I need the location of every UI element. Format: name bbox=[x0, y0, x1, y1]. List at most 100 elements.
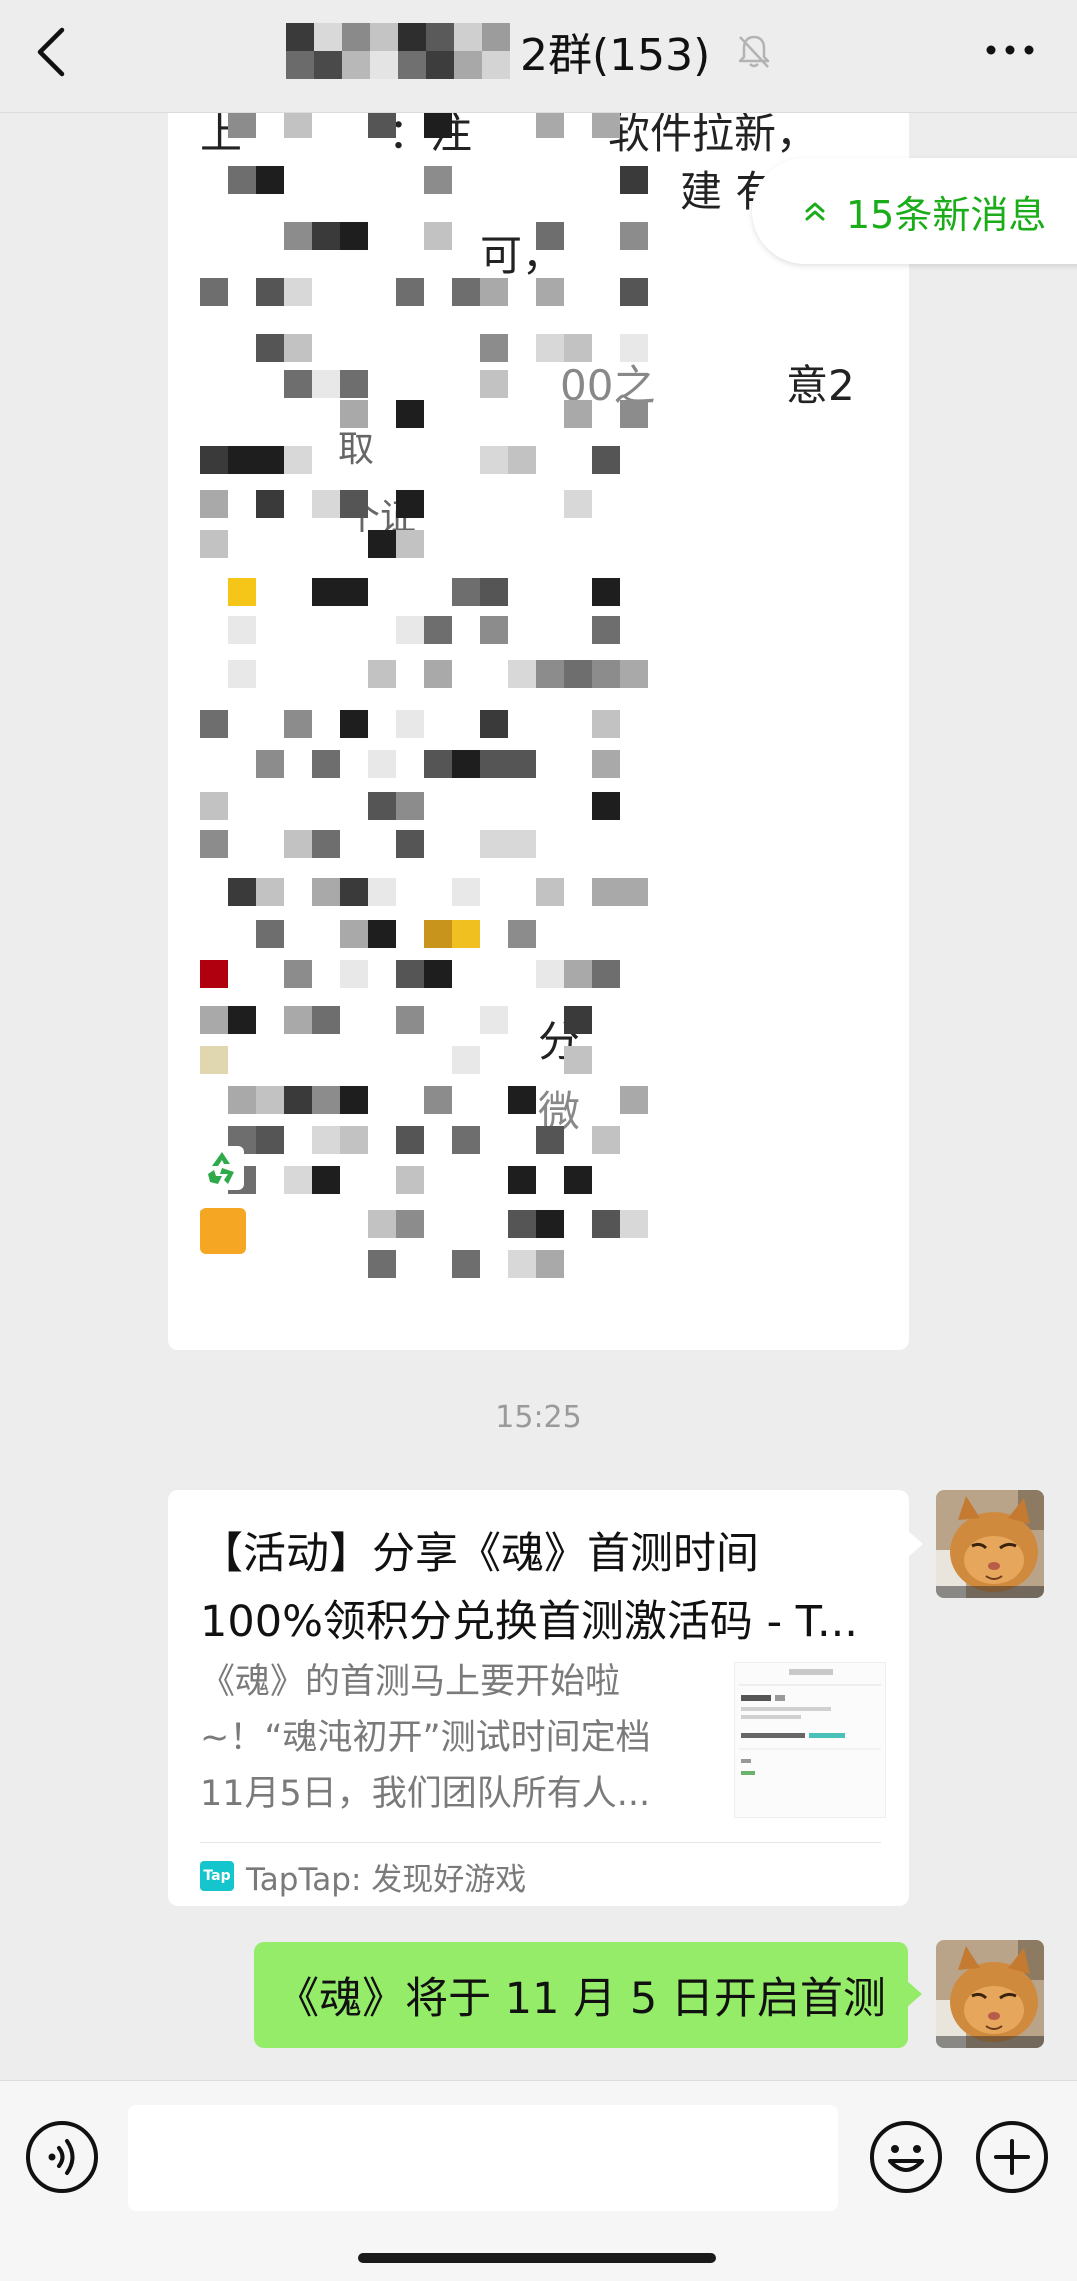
redaction-pixel bbox=[368, 920, 396, 948]
redaction-pixel bbox=[312, 1166, 340, 1194]
redaction-pixel bbox=[480, 278, 508, 306]
redaction-pixel bbox=[592, 792, 620, 820]
redaction-pixel bbox=[536, 110, 564, 138]
card-divider bbox=[200, 1842, 881, 1843]
redaction-pixel bbox=[452, 578, 480, 606]
orange-emoji-icon bbox=[200, 1208, 246, 1254]
redaction-pixel bbox=[200, 710, 228, 738]
redaction-pixel bbox=[508, 660, 536, 688]
redaction-pixel bbox=[620, 660, 648, 688]
card-source-label: TapTap: 发现好游戏 bbox=[246, 1861, 527, 1898]
card-thumbnail bbox=[734, 1662, 886, 1818]
redaction-pixel bbox=[200, 490, 228, 518]
redaction-pixel bbox=[256, 878, 284, 906]
shared-link-card[interactable]: 【活动】分享《魂》首测时间 100%领积分兑换首测激活码 - T... 《魂》的… bbox=[168, 1490, 923, 1906]
redaction-pixel bbox=[368, 530, 396, 558]
redaction-pixel bbox=[256, 334, 284, 362]
redaction-pixel bbox=[284, 830, 312, 858]
redaction-pixel bbox=[536, 222, 564, 250]
redaction-pixel bbox=[396, 530, 424, 558]
chat-title[interactable]: 2群(153) bbox=[286, 18, 774, 84]
chat-screen: 2群(153) 上 ：注 软件拉新， 建 有 可， 意2 00之 取 个证 分 … bbox=[0, 0, 1077, 2281]
more-icon[interactable] bbox=[983, 36, 1037, 64]
avatar[interactable] bbox=[936, 1940, 1044, 2048]
redaction-pixel bbox=[536, 1210, 564, 1238]
redaction-pixel bbox=[200, 960, 228, 988]
redaction-pixel bbox=[620, 166, 648, 194]
home-indicator bbox=[358, 2253, 716, 2263]
redaction-pixel bbox=[312, 370, 340, 398]
redaction-pixel bbox=[312, 750, 340, 778]
redaction-pixel bbox=[228, 1006, 256, 1034]
card-description: 《魂》的首测马上要开始啦 ~！“魂沌初开”测试时间定档 11月5日，我们团队所有… bbox=[200, 1654, 690, 1822]
redaction-pixel bbox=[396, 1166, 424, 1194]
redaction-pixel bbox=[228, 1086, 256, 1114]
redaction-pixel bbox=[452, 1046, 480, 1074]
redaction-pixel bbox=[452, 750, 480, 778]
redaction-pixel bbox=[564, 490, 592, 518]
new-messages-button[interactable]: 15条新消息 bbox=[752, 158, 1077, 264]
redaction-pixel bbox=[368, 792, 396, 820]
redaction-pixel bbox=[620, 334, 648, 362]
redaction-pixel bbox=[284, 370, 312, 398]
voice-icon[interactable] bbox=[22, 2117, 102, 2197]
redaction-pixel bbox=[424, 750, 452, 778]
redaction-pixel bbox=[284, 110, 312, 138]
redaction-pixel bbox=[340, 710, 368, 738]
sent-text-message[interactable]: 《魂》将于 11 月 5 日开启首测 bbox=[254, 1942, 922, 2048]
redaction-pixel bbox=[396, 490, 424, 518]
redaction-pixel bbox=[312, 1006, 340, 1034]
avatar[interactable] bbox=[936, 1490, 1044, 1598]
redaction-pixel bbox=[592, 878, 620, 906]
redaction-pixel bbox=[312, 1126, 340, 1154]
redaction-pixel bbox=[228, 616, 256, 644]
redaction-pixel bbox=[536, 334, 564, 362]
redaction-pixel bbox=[536, 878, 564, 906]
emoji-icon[interactable] bbox=[866, 2117, 946, 2197]
message-timestamp: 15:25 bbox=[495, 1400, 582, 1435]
redaction-pixel bbox=[508, 1210, 536, 1238]
redaction-pixel bbox=[396, 1006, 424, 1034]
message-fragment: 意2 bbox=[786, 361, 855, 410]
redaction-pixel bbox=[480, 334, 508, 362]
double-chevron-up-icon bbox=[805, 202, 825, 221]
redaction-pixel bbox=[200, 278, 228, 306]
redaction-pixel bbox=[340, 1126, 368, 1154]
redaction-pixel bbox=[452, 878, 480, 906]
redaction-pixel bbox=[620, 1086, 648, 1114]
redaction-pixel bbox=[424, 1086, 452, 1114]
redaction-pixel bbox=[536, 660, 564, 688]
redaction-pixel bbox=[592, 710, 620, 738]
redaction-pixel bbox=[368, 878, 396, 906]
message-input[interactable] bbox=[128, 2105, 838, 2211]
redaction-pixel bbox=[424, 660, 452, 688]
redaction-pixel bbox=[284, 1166, 312, 1194]
redaction-pixel bbox=[592, 616, 620, 644]
group-title-text: 2群(153) bbox=[520, 30, 711, 81]
redaction-pixel bbox=[200, 1006, 228, 1034]
redaction-pixel bbox=[312, 830, 340, 858]
redaction-pixel bbox=[256, 278, 284, 306]
redaction-pixel bbox=[592, 1126, 620, 1154]
redaction-pixel bbox=[564, 1006, 592, 1034]
redaction-pixel bbox=[508, 830, 536, 858]
redaction-pixel bbox=[340, 490, 368, 518]
plus-icon[interactable] bbox=[972, 2117, 1052, 2197]
redaction-pixel bbox=[396, 1126, 424, 1154]
taptap-logo-icon: Tap bbox=[200, 1861, 234, 1891]
redaction-pixel bbox=[340, 960, 368, 988]
back-icon[interactable] bbox=[30, 22, 74, 82]
redaction-pixel bbox=[508, 446, 536, 474]
redaction-pixel bbox=[424, 920, 452, 948]
redaction-pixel bbox=[340, 1086, 368, 1114]
sent-message-text: 《魂》将于 11 月 5 日开启首测 bbox=[276, 1974, 886, 2024]
redaction-pixel bbox=[256, 1086, 284, 1114]
redaction-pixel bbox=[368, 1250, 396, 1278]
redaction-pixel bbox=[396, 960, 424, 988]
redaction-pixel bbox=[256, 920, 284, 948]
card-title-line: 【活动】分享《魂》首测时间 bbox=[200, 1529, 759, 1579]
redaction-pixel bbox=[284, 222, 312, 250]
redaction-pixel bbox=[284, 1006, 312, 1034]
card-title-line: 100%领积分兑换首测激活码 - T... bbox=[200, 1597, 858, 1647]
redaction-pixel bbox=[256, 490, 284, 518]
